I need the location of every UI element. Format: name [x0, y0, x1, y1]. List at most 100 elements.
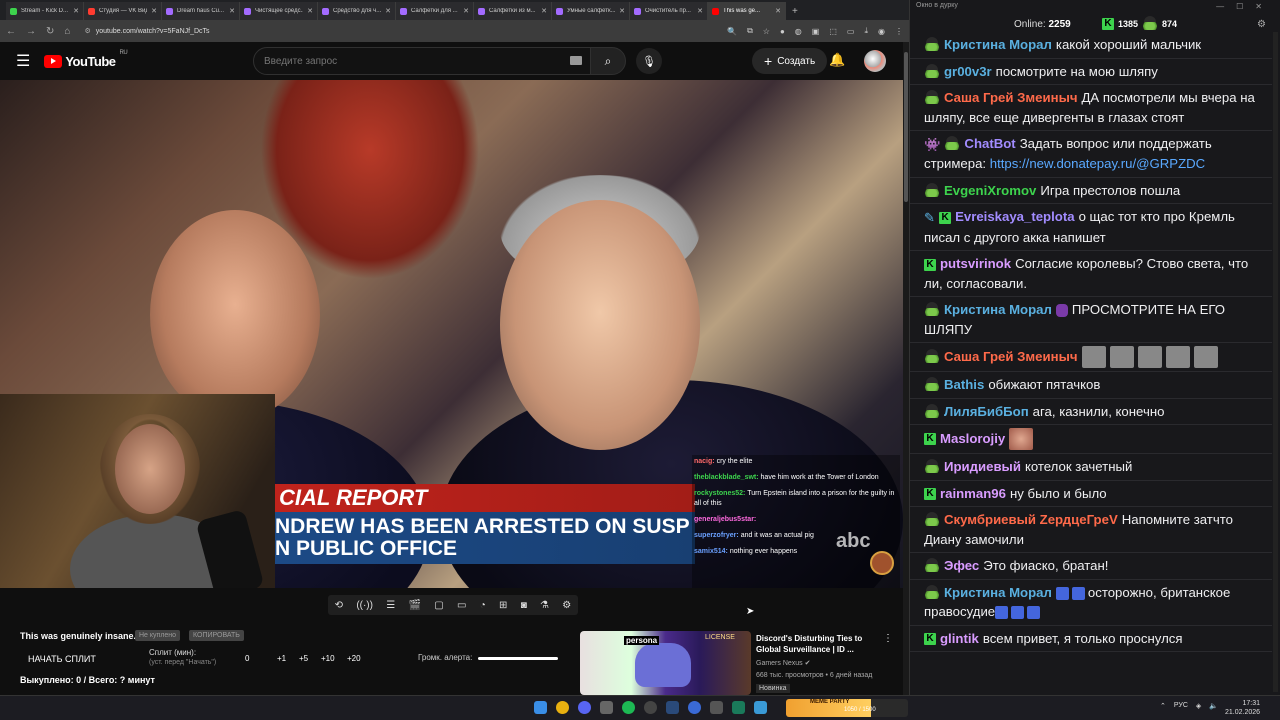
tray-chevron-icon[interactable]: ⌃ [1160, 702, 1166, 710]
steam-icon[interactable] [666, 701, 679, 714]
new-tab-button[interactable]: + [786, 2, 804, 20]
sidebar-icon[interactable]: ▭ [847, 27, 855, 36]
chrome-icon[interactable] [556, 701, 569, 714]
chat-message-list[interactable]: Кристина Морал какой хороший мальчик gr00v… [910, 32, 1272, 690]
chat-username[interactable]: Bathis [944, 377, 984, 392]
tab-close-icon[interactable]: ✕ [151, 7, 157, 15]
discord-icon[interactable] [578, 701, 591, 714]
browser-tab[interactable]: This was ge... ✕ [708, 2, 786, 20]
chat-username[interactable]: Иридиевый [944, 459, 1021, 474]
split-add-10-button[interactable]: +10 [321, 654, 335, 663]
tab-close-icon[interactable]: ✕ [463, 7, 469, 15]
audio-icon[interactable]: ((·)) [356, 600, 373, 611]
chat-username[interactable]: ChatBot [964, 136, 1015, 151]
app-icon[interactable] [600, 701, 613, 714]
recommended-video-channel[interactable]: Gamers Nexus ✔ [756, 659, 811, 667]
cast-icon[interactable]: ⧉ [747, 26, 753, 36]
loop-icon[interactable]: ⟲ [335, 600, 343, 611]
telegram-icon[interactable] [754, 701, 767, 714]
notifications-bell-icon[interactable]: 🔔 [829, 52, 845, 68]
extension-icon[interactable]: ● [780, 27, 785, 36]
chat-username[interactable]: gr00v3r [944, 64, 992, 79]
browser-tab[interactable]: Dream haus Cu... ✕ [162, 2, 240, 20]
browser-tab[interactable]: Умные салфетк... ✕ [552, 2, 630, 20]
app-icon[interactable] [732, 701, 745, 714]
bookmark-star-icon[interactable]: ☆ [763, 27, 770, 36]
chat-username[interactable]: Кристина Морал [944, 302, 1052, 317]
clock[interactable]: 17:31 21.02.2026 [1225, 699, 1260, 717]
speed-icon[interactable]: ◔ [480, 600, 486, 611]
app-icon[interactable] [688, 701, 701, 714]
browser-tab[interactable]: Средство для ч... ✕ [318, 2, 396, 20]
wifi-icon[interactable]: ◈ [1196, 702, 1201, 710]
profile-icon[interactable]: ◉ [878, 27, 885, 36]
reload-icon[interactable]: ↻ [46, 26, 54, 37]
chat-username[interactable]: Кристина Морал [944, 585, 1052, 600]
chat-username[interactable]: Саша Грей Змеиныч [944, 349, 1078, 364]
chat-username[interactable]: rainman96 [940, 486, 1006, 501]
hamburger-menu-icon[interactable]: ☰ [16, 51, 30, 71]
app-icon[interactable] [710, 701, 723, 714]
volume-icon[interactable]: 🔈 [1209, 702, 1218, 710]
meme-party-widget[interactable]: MEME PARTY 1050 / 1500 [786, 699, 908, 717]
chat-username[interactable]: Скумбриевый ZердцеГреV [944, 512, 1118, 527]
chat-username[interactable]: Evreiskaya_teplota [955, 209, 1075, 224]
browser-tab[interactable]: Салфетки из м... ✕ [474, 2, 552, 20]
chat-username[interactable]: glintik [940, 631, 979, 646]
site-info-icon[interactable]: ⚙ [84, 27, 90, 35]
extension-icon[interactable]: ◍ [795, 27, 802, 36]
extension-icon[interactable]: ▣ [812, 27, 820, 36]
start-split-button[interactable]: НАЧАТЬ СПЛИТ [28, 654, 96, 664]
chat-link[interactable]: https://new.donatepay.ru/@GRPZDC [990, 156, 1205, 171]
cinema-icon[interactable]: ▭ [457, 600, 466, 611]
browser-tab[interactable]: Студия — VK Вид... ✕ [84, 2, 162, 20]
more-options-icon[interactable]: ⋮ [883, 633, 893, 644]
account-avatar[interactable] [864, 50, 886, 72]
browser-tab[interactable]: Чистящее средс... ✕ [240, 2, 318, 20]
language-indicator[interactable]: РУС [1174, 702, 1188, 710]
tab-close-icon[interactable]: ✕ [619, 7, 625, 15]
chat-username[interactable]: Эфес [944, 558, 979, 573]
home-icon[interactable]: ⌂ [64, 26, 70, 37]
settings-gear-icon[interactable]: ⚙ [562, 600, 571, 611]
url-field[interactable]: ⚙ youtube.com/watch?v=5FaNJf_DcTs [80, 23, 717, 39]
back-icon[interactable]: ← [6, 26, 16, 37]
alert-volume-slider[interactable] [478, 657, 558, 660]
zoom-icon[interactable]: 🔍 [727, 27, 737, 36]
search-button[interactable]: ⌕ [590, 47, 626, 75]
create-button[interactable]: + Создать [752, 48, 828, 74]
split-add-5-button[interactable]: +5 [299, 654, 308, 663]
copy-button[interactable]: КОПИРОВАТЬ [189, 630, 244, 641]
flask-icon[interactable]: ⚗ [540, 600, 549, 611]
chat-username[interactable]: Саша Грей Змеиныч [944, 90, 1078, 105]
split-add-20-button[interactable]: +20 [347, 654, 361, 663]
tab-close-icon[interactable]: ✕ [307, 7, 313, 15]
forward-icon[interactable]: → [26, 26, 36, 37]
puzzle-icon[interactable]: ⬚ [829, 27, 837, 36]
download-icon[interactable]: ⤓ [864, 26, 868, 36]
picture-in-picture-icon[interactable]: ▢ [434, 600, 443, 611]
tab-close-icon[interactable]: ✕ [775, 7, 781, 15]
recommended-video[interactable]: persona LICENSE Discord's Disturbing Tie… [580, 631, 900, 695]
chat-username[interactable]: ЛиляБибБоп [944, 404, 1029, 419]
chat-username[interactable]: Кристина Морал [944, 37, 1052, 52]
tab-close-icon[interactable]: ✕ [385, 7, 391, 15]
chat-username[interactable]: putsvirinok [940, 256, 1011, 271]
tab-close-icon[interactable]: ✕ [73, 7, 79, 15]
keyboard-icon[interactable] [570, 56, 582, 65]
obs-icon[interactable] [644, 701, 657, 714]
recommended-video-thumbnail[interactable]: persona LICENSE [580, 631, 751, 695]
voice-search-button[interactable]: 🎙 [636, 48, 662, 74]
menu-dots-icon[interactable]: ⋮ [895, 27, 903, 36]
spotify-icon[interactable] [622, 701, 635, 714]
tab-close-icon[interactable]: ✕ [541, 7, 547, 15]
chat-username[interactable]: EvgeniXromov [944, 183, 1036, 198]
video-player[interactable]: CIAL REPORT NDREW HAS BEEN ARRESTED ON S… [0, 80, 903, 588]
screenshot-icon[interactable]: ◙ [521, 600, 527, 611]
tab-close-icon[interactable]: ✕ [229, 7, 235, 15]
youtube-logo[interactable]: YouTube RU [44, 50, 128, 69]
browser-tab[interactable]: Stream - Kick D... ✕ [6, 2, 84, 20]
playlist-icon[interactable]: ☰ [386, 600, 395, 611]
chat-window-controls[interactable]: —☐✕ [1216, 2, 1274, 11]
chat-settings-icon[interactable]: ⚙ [1257, 19, 1266, 30]
